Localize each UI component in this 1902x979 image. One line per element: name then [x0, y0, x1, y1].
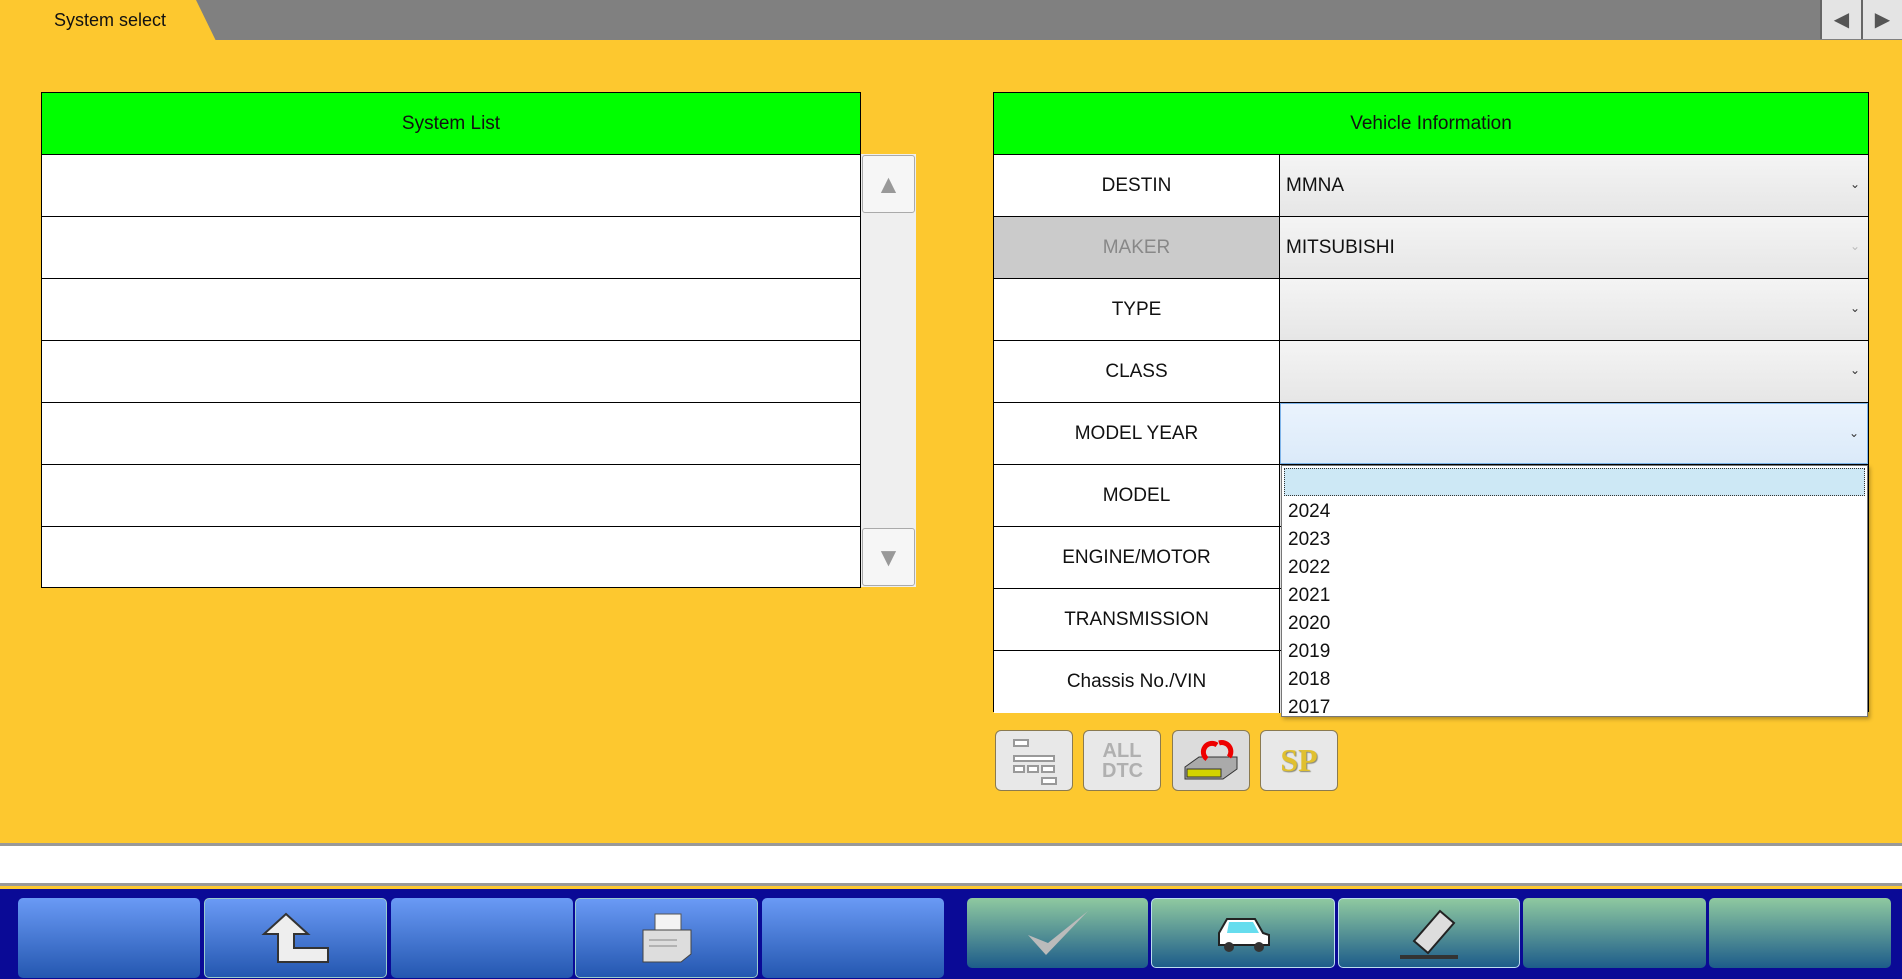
vin-label: Chassis No./VIN — [994, 651, 1280, 713]
class-label: CLASS — [994, 341, 1280, 402]
chevron-down-icon: ⌄ — [1849, 177, 1860, 191]
list-item[interactable] — [42, 341, 860, 403]
toolbar-button-9[interactable] — [1523, 898, 1706, 968]
list-item[interactable] — [42, 465, 860, 527]
transmission-label: TRANSMISSION — [994, 589, 1280, 650]
toolbar-button-5[interactable] — [762, 898, 944, 978]
sp-icon: SP — [1280, 742, 1318, 778]
car-icon — [1218, 918, 1270, 952]
destin-value: MMNA — [1286, 174, 1345, 196]
class-select[interactable]: ⌄ — [1280, 341, 1868, 402]
toolbar-button-1[interactable] — [18, 898, 200, 978]
dropdown-option[interactable]: 2024 — [1282, 498, 1867, 526]
tab-system-select[interactable]: System select — [0, 0, 216, 41]
scroll-left-icon[interactable]: ◀ — [1820, 0, 1861, 39]
engine-motor-label: ENGINE/MOTOR — [994, 527, 1280, 588]
system-list-scrollbar[interactable]: ▲ ▼ — [861, 154, 916, 587]
list-item[interactable] — [42, 279, 860, 341]
all-dtc-button[interactable]: ALL DTC — [1083, 730, 1161, 791]
chevron-down-icon: ⌄ — [1848, 426, 1859, 440]
destin-select[interactable]: MMNA ⌄ — [1280, 155, 1868, 216]
printer-icon — [642, 913, 691, 963]
maker-label: MAKER — [994, 217, 1280, 278]
model-year-select[interactable]: ⌄ — [1280, 403, 1868, 464]
dropdown-option[interactable]: 2022 — [1282, 554, 1867, 582]
vehicle-button[interactable] — [1151, 898, 1335, 968]
toolbar-button-3[interactable] — [391, 898, 573, 978]
ecu-reprogram-button[interactable] — [1172, 730, 1250, 791]
bottom-toolbar — [0, 889, 1902, 979]
dropdown-option[interactable]: 2018 — [1282, 666, 1867, 694]
scroll-up-button[interactable]: ▲ — [862, 155, 915, 213]
back-button[interactable] — [204, 898, 387, 978]
maker-select: MITSUBISHI ⌄ — [1280, 217, 1868, 278]
toolbar-button-10[interactable] — [1709, 898, 1891, 968]
system-tree-icon — [1013, 738, 1057, 785]
scroll-down-button[interactable]: ▼ — [862, 528, 915, 586]
type-select[interactable]: ⌄ — [1280, 279, 1868, 340]
model-label: MODEL — [994, 465, 1280, 526]
dropdown-option-blank[interactable] — [1284, 468, 1865, 496]
all-dtc-icon: ALL DTC — [1102, 739, 1144, 782]
tab-bar: System select ◀ ▶ — [0, 0, 1902, 41]
system-list-header: System List — [42, 93, 860, 155]
scroll-right-icon[interactable]: ▶ — [1861, 0, 1902, 39]
chevron-down-icon: ⌄ — [1849, 239, 1860, 253]
model-year-dropdown-list[interactable]: 2024 2023 2022 2021 2020 2019 2018 2017 — [1281, 465, 1868, 718]
back-arrow-icon — [260, 912, 329, 963]
print-button[interactable] — [575, 898, 758, 978]
vehicle-info-header: Vehicle Information — [994, 93, 1868, 155]
dropdown-option[interactable]: 2017 — [1282, 694, 1867, 722]
list-item[interactable] — [42, 217, 860, 279]
system-list: System List — [41, 92, 861, 588]
erase-button[interactable] — [1338, 898, 1520, 968]
dropdown-option[interactable]: 2020 — [1282, 610, 1867, 638]
dropdown-option[interactable]: 2021 — [1282, 582, 1867, 610]
list-item[interactable] — [42, 527, 860, 589]
checkmark-icon — [1027, 911, 1088, 955]
chevron-down-icon: ⌄ — [1849, 301, 1860, 315]
ecu-refresh-icon — [1184, 739, 1238, 779]
confirm-button[interactable] — [967, 898, 1148, 968]
status-bar — [0, 843, 1902, 886]
dropdown-option[interactable]: 2023 — [1282, 526, 1867, 554]
eraser-icon — [1400, 909, 1458, 959]
system-tree-button[interactable] — [995, 730, 1073, 791]
list-item[interactable] — [42, 403, 860, 465]
maker-value: MITSUBISHI — [1286, 236, 1395, 258]
list-item[interactable] — [42, 155, 860, 217]
dropdown-option[interactable]: 2019 — [1282, 638, 1867, 666]
sp-button[interactable]: SP — [1260, 730, 1338, 791]
model-year-label: MODEL YEAR — [994, 403, 1280, 464]
type-label: TYPE — [994, 279, 1280, 340]
triangle-down-icon: ▼ — [875, 541, 902, 572]
chevron-down-icon: ⌄ — [1849, 363, 1860, 377]
destin-label: DESTIN — [994, 155, 1280, 216]
triangle-up-icon: ▲ — [875, 168, 902, 199]
